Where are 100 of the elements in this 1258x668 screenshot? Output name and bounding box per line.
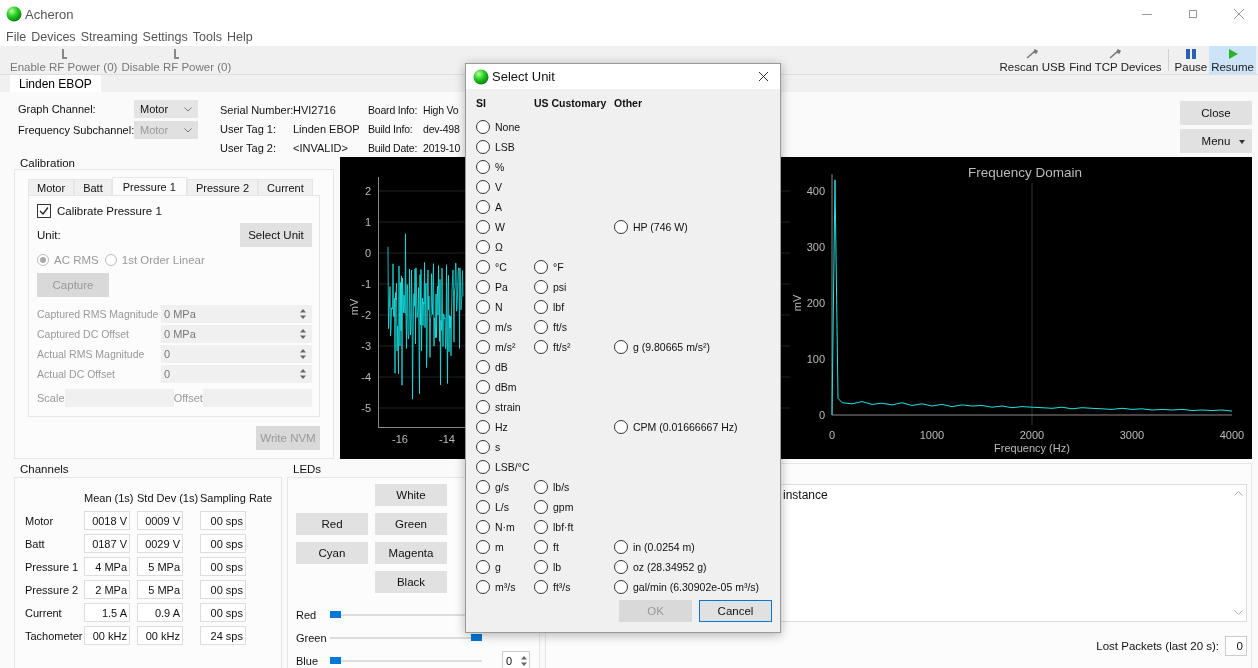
radio-button[interactable]: [476, 480, 490, 494]
channel-tab[interactable]: Current: [258, 179, 313, 195]
close-button[interactable]: Close: [1180, 101, 1252, 125]
channel-tab[interactable]: Pressure 1: [111, 177, 187, 195]
select-unit-button[interactable]: Select Unit: [240, 223, 312, 247]
axis-tick-label: 100: [806, 353, 825, 365]
option-label: lbf·ft: [553, 521, 574, 533]
radio-button[interactable]: [476, 440, 490, 454]
radio-button[interactable]: [476, 380, 490, 394]
radio-button[interactable]: [476, 160, 490, 174]
option-label: m/s²: [495, 341, 516, 353]
menu-item[interactable]: Streaming: [80, 30, 138, 44]
value-field: 00 sps: [200, 580, 246, 599]
radio-button[interactable]: [476, 540, 490, 554]
radio-button[interactable]: [476, 400, 490, 414]
radio-button[interactable]: [534, 540, 548, 554]
radio-button[interactable]: [476, 320, 490, 334]
menu-item[interactable]: Tools: [192, 30, 222, 44]
radio-button[interactable]: [614, 340, 628, 354]
number-field[interactable]: 0: [502, 651, 530, 668]
radio-button[interactable]: [534, 320, 548, 334]
option-label: in (0.0254 m): [633, 541, 695, 553]
radio-button[interactable]: [614, 580, 628, 594]
close-icon[interactable]: [759, 72, 768, 81]
toolbar-button[interactable]: Resume: [1209, 46, 1256, 74]
axis-tick-label: -16: [392, 433, 408, 445]
radio-button[interactable]: [534, 340, 548, 354]
maximize-icon[interactable]: [1188, 9, 1198, 19]
checkbox[interactable]: [37, 204, 51, 218]
color-button[interactable]: Green: [375, 513, 447, 535]
value-field: 0.9 A: [137, 603, 183, 622]
cancel-button[interactable]: Cancel: [699, 600, 772, 622]
radio-button[interactable]: [476, 360, 490, 374]
field-label: Graph Channel:: [18, 103, 97, 115]
menu-item[interactable]: Settings: [142, 30, 188, 44]
radio-button[interactable]: [614, 560, 628, 574]
channel-tab[interactable]: Pressure 2: [186, 179, 259, 195]
radio-button[interactable]: [476, 500, 490, 514]
radio-button[interactable]: [614, 420, 628, 434]
radio-button[interactable]: [476, 140, 490, 154]
toolbar-button[interactable]: Find TCP Devices: [1067, 46, 1164, 74]
color-button[interactable]: White: [375, 484, 447, 506]
info-value: High Vo: [423, 103, 460, 116]
radio-button[interactable]: [476, 580, 490, 594]
dropdown[interactable]: Motor: [134, 100, 198, 118]
radio-button[interactable]: [476, 420, 490, 434]
radio-button[interactable]: [476, 340, 490, 354]
slider-thumb[interactable]: [471, 633, 482, 641]
radio-button[interactable]: [534, 500, 548, 514]
option-label: lbf: [553, 301, 565, 313]
channel-tab[interactable]: Batt: [74, 179, 112, 195]
color-button[interactable]: Cyan: [296, 542, 368, 564]
color-button[interactable]: Magenta: [375, 542, 447, 564]
option-label: LSB/°C: [495, 461, 530, 473]
option-label: dB: [495, 361, 508, 373]
radio-button[interactable]: [476, 520, 490, 534]
radio-button[interactable]: [476, 200, 490, 214]
slider-thumb[interactable]: [330, 656, 341, 664]
radio-button[interactable]: [476, 180, 490, 194]
column-header: Mean (1s): [84, 491, 135, 504]
menu-button[interactable]: Menu: [1180, 129, 1252, 153]
radio-button[interactable]: [476, 120, 490, 134]
radio-button[interactable]: [534, 260, 548, 274]
toolbar-button[interactable]: Pause: [1172, 46, 1210, 74]
axis-tick-label: 0: [818, 409, 825, 421]
radio-button[interactable]: [614, 220, 628, 234]
radio-button[interactable]: [476, 460, 490, 474]
value-field: 0187 V: [84, 534, 130, 553]
radio-button[interactable]: [476, 280, 490, 294]
radio-button[interactable]: [476, 300, 490, 314]
info-label: User Tag 2:: [220, 141, 278, 154]
radio-button[interactable]: [534, 280, 548, 294]
radio-button[interactable]: [534, 480, 548, 494]
channel-tab[interactable]: Motor: [28, 179, 75, 195]
radio-button[interactable]: [614, 540, 628, 554]
info-value: HVI2716: [293, 103, 337, 116]
toolbar-button[interactable]: Rescan USB: [997, 46, 1068, 74]
menu-item[interactable]: Help: [226, 30, 253, 44]
option-label: psi: [553, 281, 567, 293]
radio-button[interactable]: [476, 560, 490, 574]
radio-button[interactable]: [534, 560, 548, 574]
radio-button[interactable]: [534, 300, 548, 314]
color-button[interactable]: Red: [296, 513, 368, 535]
option-label: m³/s: [495, 581, 516, 593]
slider-thumb[interactable]: [330, 610, 341, 618]
option-label: 1st Order Linear: [121, 254, 205, 266]
radio-button[interactable]: [476, 240, 490, 254]
menu-item[interactable]: File: [6, 30, 27, 44]
radio-button[interactable]: [476, 260, 490, 274]
option-label: LSB: [495, 141, 515, 153]
axis-label: Frequency (Hz): [994, 442, 1070, 454]
option-label: Pa: [495, 281, 508, 293]
radio-button[interactable]: [534, 520, 548, 534]
radio-button[interactable]: [534, 580, 548, 594]
axis-tick-label: 1: [364, 216, 371, 228]
radio-button[interactable]: [476, 220, 490, 234]
menu-item[interactable]: Devices: [31, 30, 76, 44]
device-tab[interactable]: Linden EBOP: [10, 75, 101, 92]
color-button[interactable]: Black: [375, 571, 447, 593]
spin-arrows-icon[interactable]: [521, 654, 527, 667]
